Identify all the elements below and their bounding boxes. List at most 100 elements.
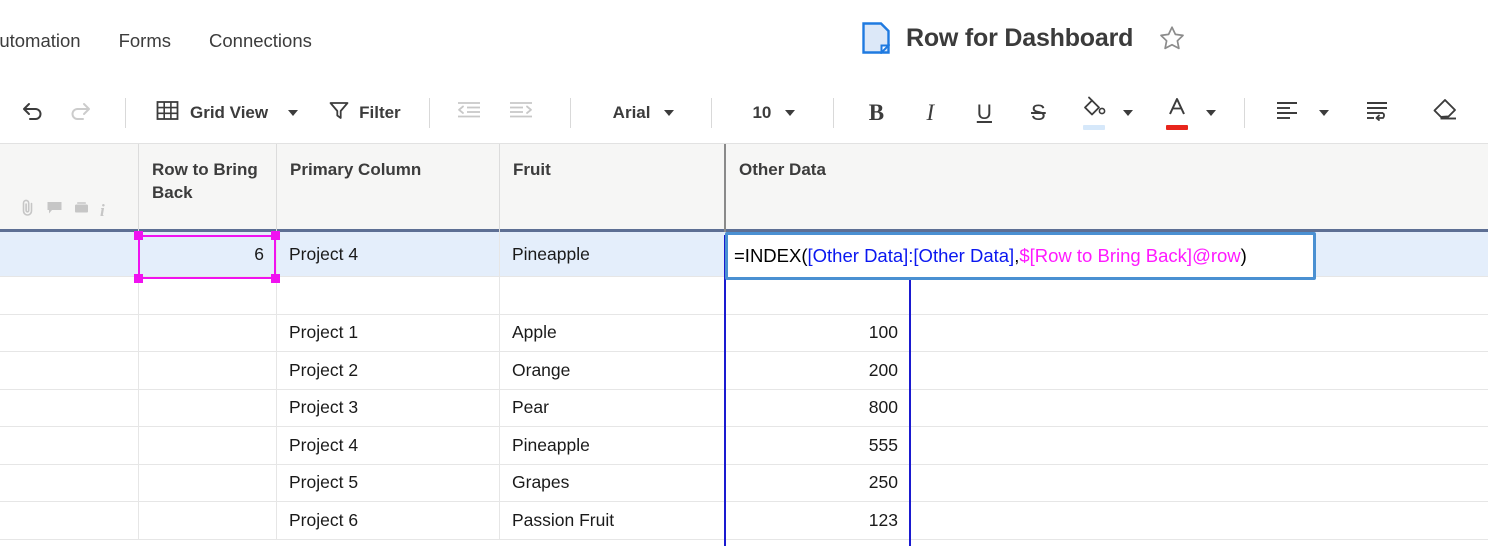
- table-row[interactable]: Project 5 Grapes 250: [0, 464, 1488, 502]
- cell-row-to-bring-back[interactable]: [138, 389, 276, 426]
- row-gutter-cell[interactable]: [0, 465, 138, 502]
- chevron-down-icon[interactable]: [1319, 109, 1330, 116]
- cell-other-data[interactable]: 250: [725, 464, 910, 501]
- font-size-selector[interactable]: 10: [752, 93, 796, 133]
- formula-editor[interactable]: =INDEX([Other Data]:[Other Data], $[Row …: [725, 232, 1316, 280]
- redo-button[interactable]: [60, 93, 100, 133]
- column-header-row-to-bring-back[interactable]: Row to Bring Back: [138, 144, 276, 232]
- row-gutter-cell[interactable]: [0, 502, 138, 539]
- cell-row-to-bring-back[interactable]: 6: [138, 232, 276, 276]
- cell-fruit[interactable]: Pineapple: [499, 232, 725, 276]
- paint-bucket-icon: [1082, 96, 1106, 122]
- cell-fruit[interactable]: Orange: [499, 352, 725, 389]
- fill-color-button[interactable]: [1076, 93, 1112, 133]
- chevron-down-icon[interactable]: [1123, 109, 1134, 116]
- column-header-primary-column[interactable]: Primary Column: [276, 144, 499, 232]
- chevron-down-icon[interactable]: [785, 109, 796, 116]
- clear-format-button[interactable]: [1425, 93, 1465, 133]
- cell-fruit[interactable]: Pear: [499, 389, 725, 426]
- menu-item-forms[interactable]: Forms: [119, 30, 171, 52]
- font-size-label: 10: [752, 102, 772, 122]
- cell-primary-column[interactable]: Project 6: [276, 502, 499, 539]
- outdent-button[interactable]: [448, 93, 490, 133]
- chevron-down-icon[interactable]: [1206, 109, 1217, 116]
- page-title: Row for Dashboard: [906, 23, 1134, 52]
- menu-bar: Automation Forms Connections Row for Das…: [0, 0, 1488, 82]
- cell-fruit[interactable]: Passion Fruit: [499, 502, 725, 539]
- wrap-text-button[interactable]: [1357, 93, 1397, 133]
- strikethrough-button[interactable]: S: [1018, 93, 1058, 133]
- row-gutter-cell[interactable]: [0, 315, 138, 352]
- wrap-text-icon: [1364, 99, 1390, 126]
- table-row[interactable]: Project 2 Orange 200: [0, 352, 1488, 390]
- cell-row-to-bring-back[interactable]: [138, 464, 276, 501]
- attachment-icon[interactable]: [19, 199, 36, 222]
- header-ref-divider: [724, 144, 726, 232]
- cell-primary-column[interactable]: Project 2: [276, 352, 499, 389]
- grid-header-row: i Row to Bring Back Primary Column Fruit…: [0, 144, 1488, 232]
- cell-primary-column[interactable]: [276, 277, 499, 314]
- row-gutter-cell[interactable]: [0, 390, 138, 427]
- cell-fruit[interactable]: Pineapple: [499, 427, 725, 464]
- align-button[interactable]: [1267, 93, 1307, 133]
- font-family-selector[interactable]: Arial: [613, 93, 675, 133]
- info-icon[interactable]: i: [100, 202, 105, 219]
- cell-other-data[interactable]: 800: [725, 389, 910, 426]
- filter-label: Filter: [359, 102, 401, 122]
- cell-primary-column[interactable]: Project 3: [276, 389, 499, 426]
- row-gutter-cell[interactable]: [0, 427, 138, 464]
- grid-view-label: Grid View: [190, 102, 269, 122]
- chevron-down-icon[interactable]: [288, 109, 299, 116]
- table-row[interactable]: Project 3 Pear 800: [0, 389, 1488, 427]
- toolbar-divider-3: [569, 97, 571, 128]
- cell-other-data[interactable]: 100: [725, 314, 910, 351]
- star-icon[interactable]: [1159, 25, 1185, 51]
- cell-row-to-bring-back[interactable]: [138, 277, 276, 314]
- grid-view-button[interactable]: Grid View: [156, 93, 299, 133]
- filter-button[interactable]: Filter: [328, 93, 401, 133]
- cell-primary-column[interactable]: Project 4: [276, 427, 499, 464]
- comment-icon[interactable]: [46, 199, 63, 222]
- cell-fruit[interactable]: [499, 277, 725, 314]
- row-gutter-cell[interactable]: [0, 232, 138, 276]
- cell-other-data[interactable]: 555: [725, 427, 910, 464]
- toolbar-divider-5: [833, 97, 835, 128]
- proof-icon[interactable]: [73, 199, 90, 222]
- range-ref-line-right: [909, 235, 911, 546]
- grid-icon: [156, 99, 179, 127]
- cell-fruit[interactable]: Apple: [499, 314, 725, 351]
- align-left-icon: [1274, 99, 1300, 126]
- cell-fruit[interactable]: Grapes: [499, 464, 725, 501]
- cell-other-data[interactable]: 200: [725, 352, 910, 389]
- column-header-fruit[interactable]: Fruit: [499, 144, 725, 232]
- cell-other-data[interactable]: [725, 277, 910, 314]
- cell-row-to-bring-back[interactable]: [138, 314, 276, 351]
- table-row[interactable]: Project 1 Apple 100: [0, 314, 1488, 352]
- undo-icon: [20, 98, 45, 128]
- row-gutter-cell[interactable]: [0, 277, 138, 314]
- cell-other-data[interactable]: 123: [725, 502, 910, 539]
- bold-button[interactable]: B: [856, 93, 896, 133]
- table-row[interactable]: [0, 277, 1488, 315]
- eraser-icon: [1432, 98, 1459, 127]
- table-row[interactable]: Project 6 Passion Fruit 123: [0, 502, 1488, 540]
- chevron-down-icon[interactable]: [664, 109, 675, 116]
- undo-button[interactable]: [12, 93, 52, 133]
- menu-item-automation[interactable]: Automation: [0, 30, 81, 52]
- cell-row-to-bring-back[interactable]: [138, 427, 276, 464]
- underline-button[interactable]: U: [964, 93, 1004, 133]
- cell-primary-column[interactable]: Project 4: [276, 232, 499, 276]
- column-header-other-data[interactable]: Other Data: [725, 144, 1488, 232]
- menu-item-connections[interactable]: Connections: [209, 30, 312, 52]
- table-row[interactable]: Project 4 Pineapple 555: [0, 427, 1488, 465]
- italic-button[interactable]: I: [910, 93, 950, 133]
- cell-primary-column[interactable]: Project 5: [276, 464, 499, 501]
- text-color-button[interactable]: [1159, 93, 1195, 133]
- cell-row-to-bring-back[interactable]: [138, 352, 276, 389]
- cell-row-to-bring-back[interactable]: [138, 502, 276, 539]
- indent-button[interactable]: [500, 93, 542, 133]
- row-gutter-header: i: [0, 144, 138, 232]
- row-gutter-cell[interactable]: [0, 352, 138, 389]
- sheet-icon: [862, 22, 891, 55]
- cell-primary-column[interactable]: Project 1: [276, 314, 499, 351]
